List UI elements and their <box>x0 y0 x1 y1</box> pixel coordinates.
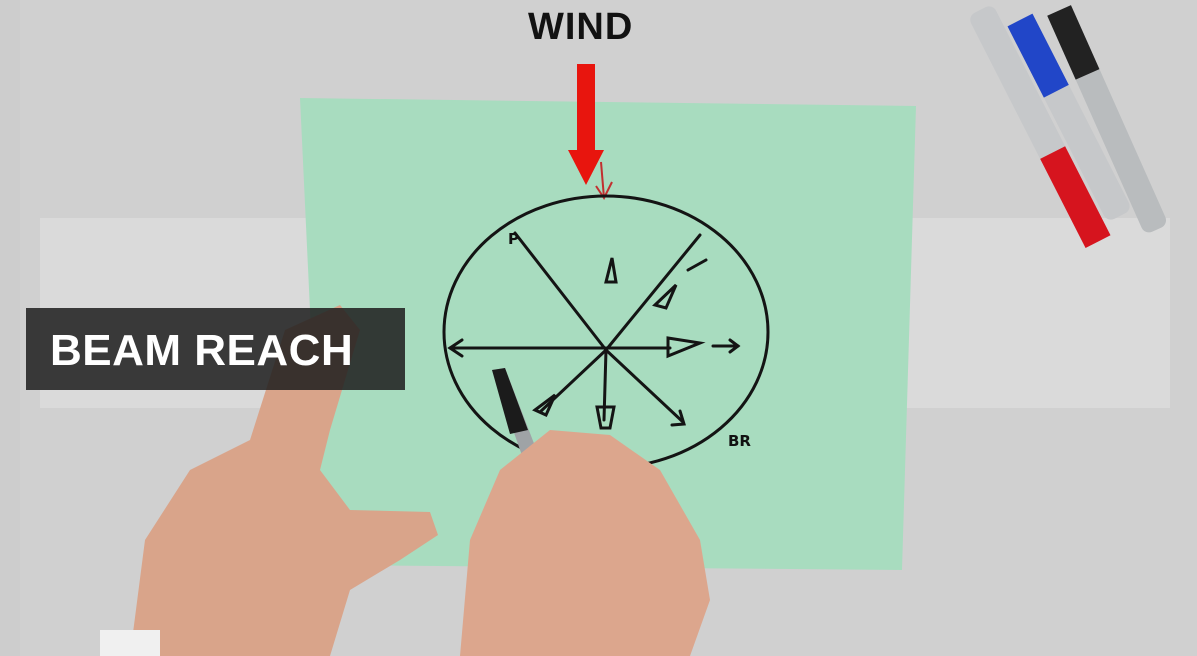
label-top-left: P <box>508 230 519 248</box>
wind-title: WIND <box>528 6 634 48</box>
caption-text: BEAM REACH <box>50 326 354 375</box>
watch-band <box>100 630 160 656</box>
label-bottom-right: BR <box>728 432 751 450</box>
